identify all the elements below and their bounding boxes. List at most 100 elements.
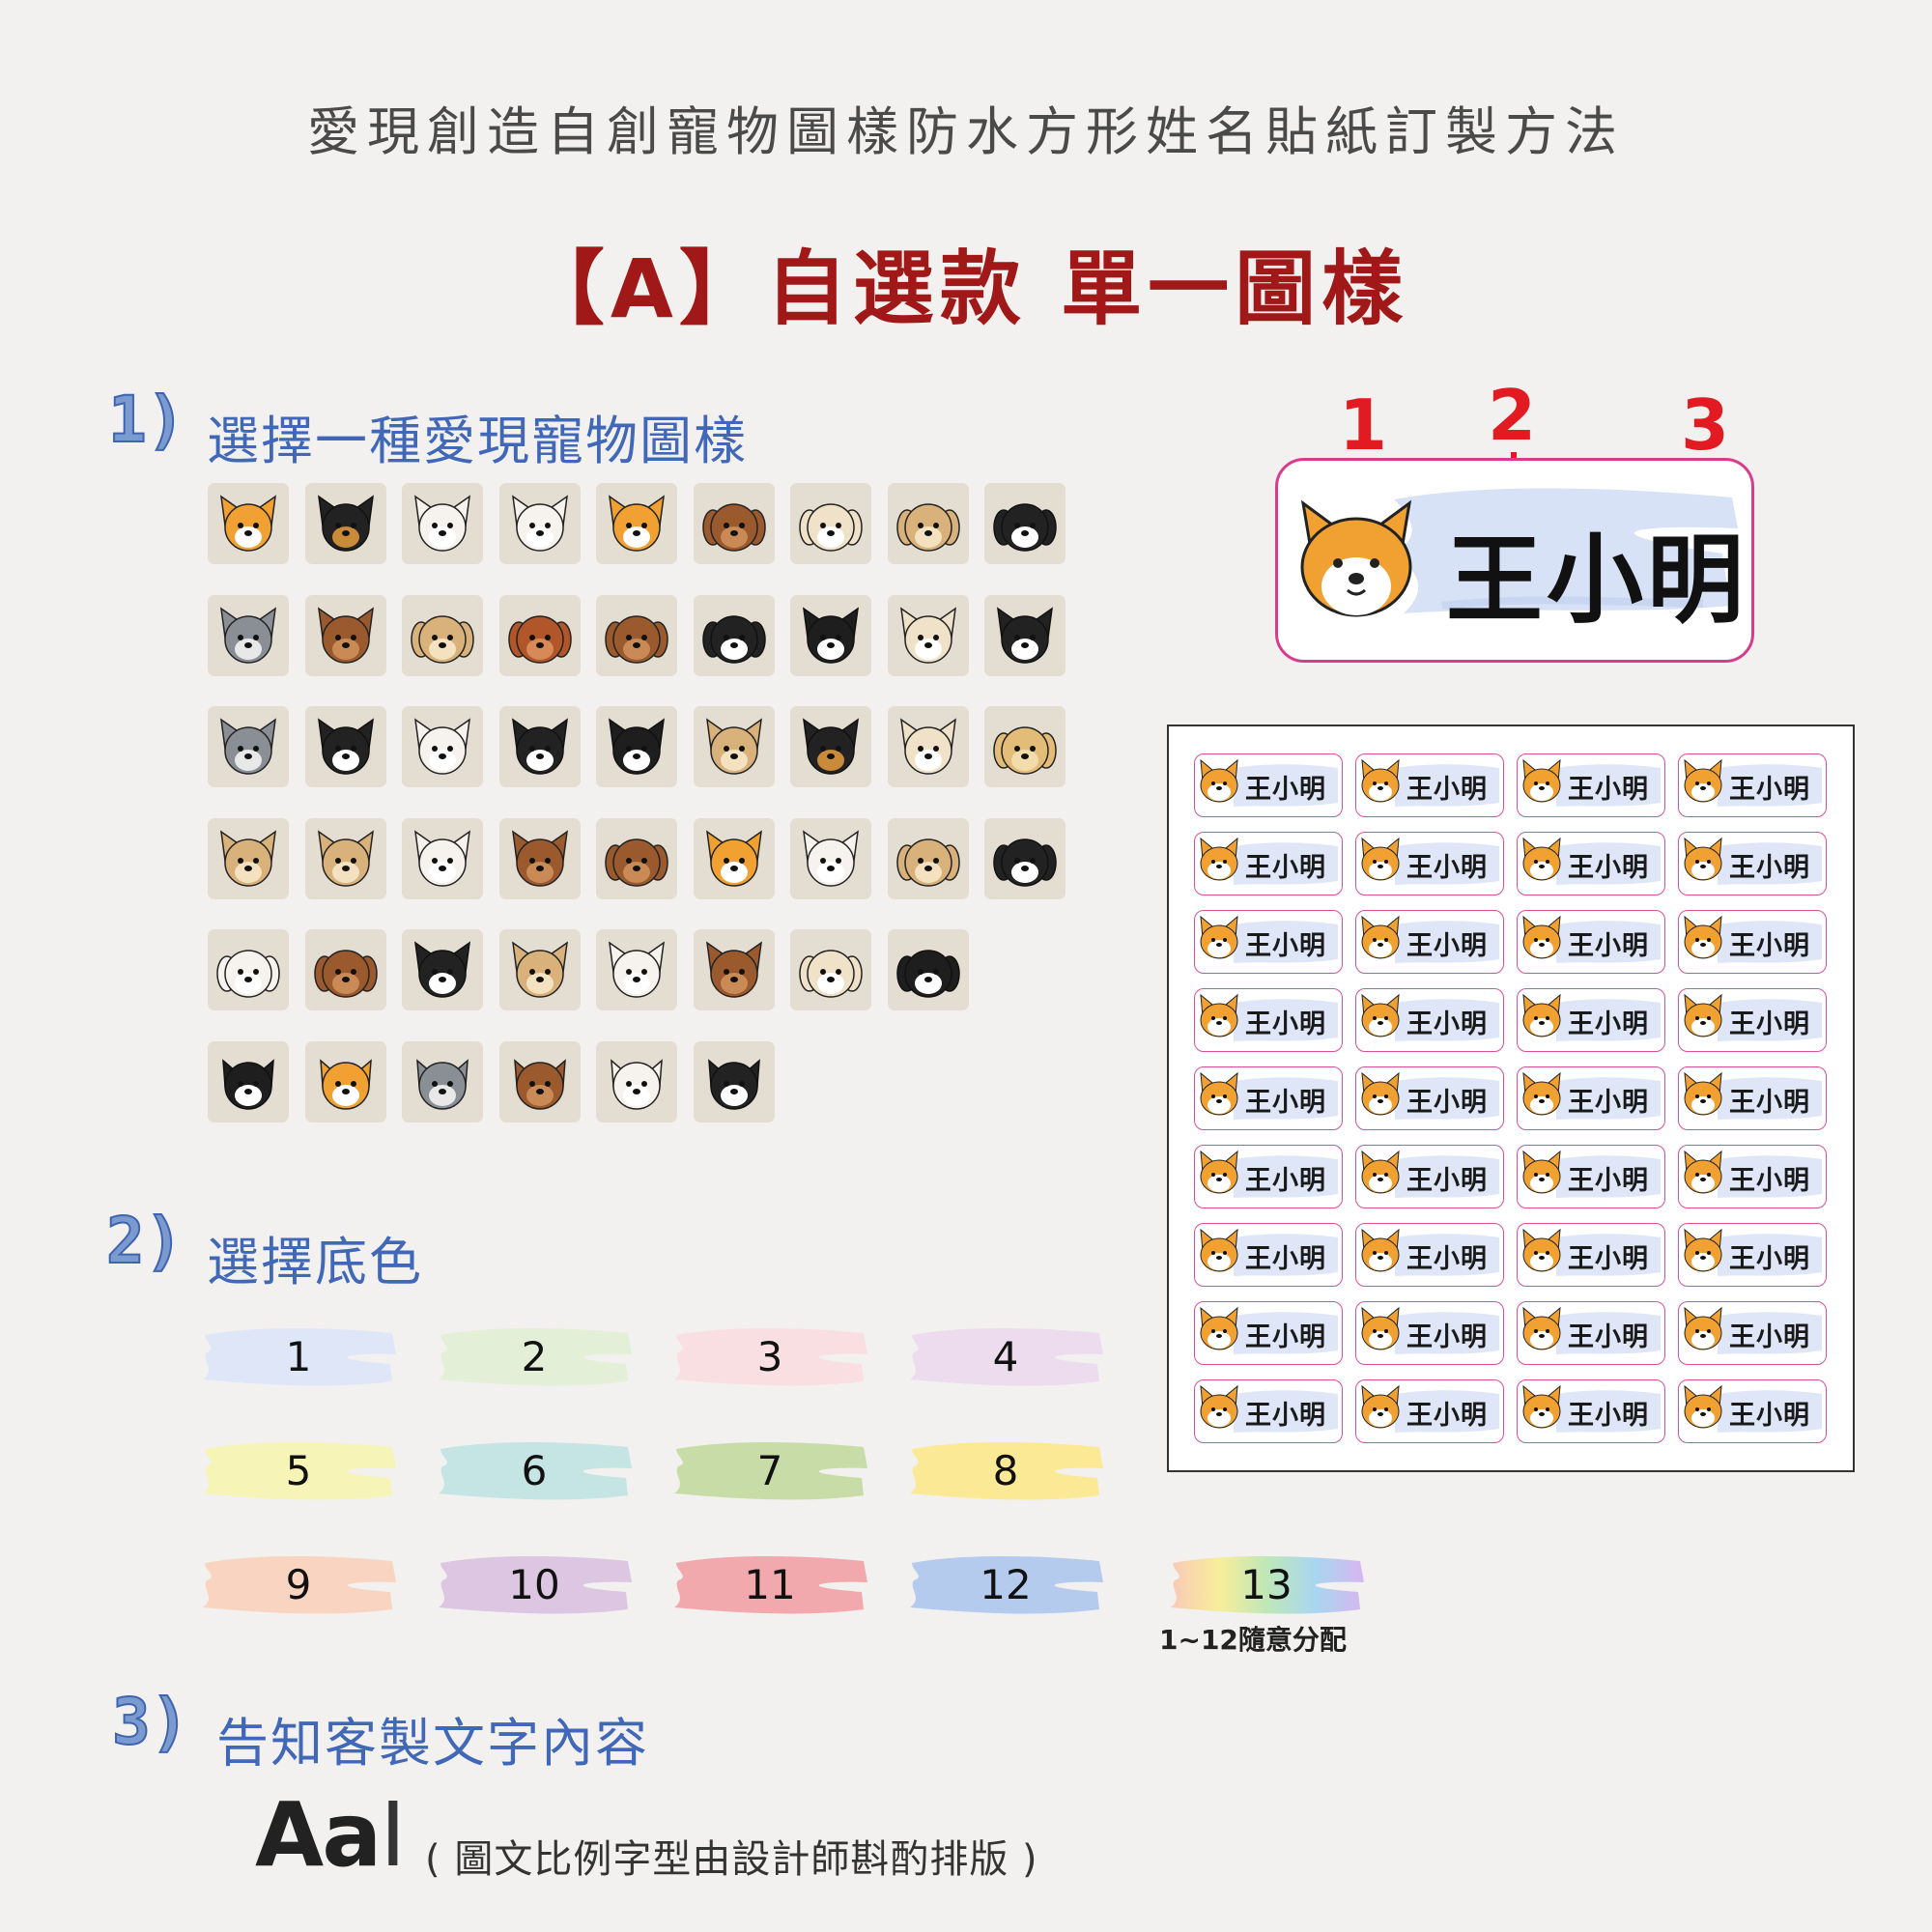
- color-swatch-12[interactable]: 12: [906, 1549, 1105, 1619]
- callout-1: 1: [1339, 384, 1388, 466]
- mini-sticker-name: 王小明: [1568, 775, 1649, 805]
- pet-pattern-option[interactable]: [498, 483, 581, 564]
- pet-pattern-option[interactable]: [596, 1040, 677, 1122]
- silver-tabby-cat-icon: [416, 1058, 469, 1110]
- pet-pattern-option[interactable]: [498, 817, 581, 899]
- pet-pattern-option[interactable]: [208, 1040, 289, 1122]
- pet-pattern-option[interactable]: [887, 706, 969, 787]
- pet-pattern-option[interactable]: [984, 594, 1065, 676]
- black-tan-dog-icon: [317, 495, 374, 552]
- pet-pattern-option[interactable]: [887, 817, 969, 899]
- pet-pattern-option[interactable]: [402, 483, 483, 564]
- black-tan-chihuahua-icon: [803, 718, 859, 775]
- text-cursor-icon: I: [380, 1783, 406, 1887]
- mini-sticker-name: 王小明: [1568, 1088, 1649, 1118]
- mini-sticker-name: 王小明: [1406, 1166, 1488, 1196]
- pet-pattern-option[interactable]: [693, 706, 775, 787]
- pet-pattern-option[interactable]: [208, 483, 289, 564]
- pet-pattern-option[interactable]: [693, 483, 775, 564]
- pet-pattern-option[interactable]: [402, 1040, 483, 1122]
- tan-longhair-chihuahua-icon: [317, 829, 374, 887]
- pet-pattern-option[interactable]: [304, 483, 386, 564]
- pet-pattern-option[interactable]: [304, 594, 386, 676]
- pet-pattern-option[interactable]: [596, 483, 677, 564]
- pet-pattern-option[interactable]: [402, 817, 483, 899]
- color-swatch-1[interactable]: 1: [199, 1321, 398, 1391]
- color-swatch-11[interactable]: 11: [670, 1549, 869, 1619]
- swatch-number: 2: [521, 1333, 548, 1380]
- pet-pattern-option[interactable]: [790, 929, 871, 1010]
- tan-poodle-icon: [895, 503, 960, 552]
- pet-pattern-option[interactable]: [596, 817, 677, 899]
- color-swatch-8[interactable]: 8: [906, 1435, 1105, 1505]
- pet-pattern-option[interactable]: [693, 929, 775, 1010]
- mini-sticker: 王小明: [1194, 910, 1343, 974]
- page-title: 愛現創造自創寵物圖樣防水方形姓名貼紙訂製方法: [307, 101, 1625, 162]
- color-swatch-4[interactable]: 4: [906, 1321, 1105, 1391]
- pet-pattern-option[interactable]: [984, 706, 1065, 787]
- pet-pattern-option[interactable]: [790, 594, 871, 676]
- swatch-number: 10: [508, 1561, 560, 1608]
- pet-pattern-option[interactable]: [208, 706, 289, 787]
- pet-pattern-option[interactable]: [596, 706, 677, 787]
- mini-sticker-name: 王小明: [1568, 853, 1649, 883]
- pet-pattern-option[interactable]: [790, 483, 871, 564]
- pet-pattern-option[interactable]: [304, 817, 386, 899]
- color-swatch-9[interactable]: 9: [199, 1549, 398, 1619]
- pet-pattern-option[interactable]: [402, 929, 483, 1010]
- pet-pattern-option[interactable]: [304, 929, 386, 1010]
- mini-sticker-name: 王小明: [1245, 1244, 1326, 1274]
- black-terrier-icon: [511, 718, 568, 775]
- swatch-number: 6: [521, 1447, 548, 1494]
- mini-sticker-name: 王小明: [1568, 1244, 1649, 1274]
- pet-pattern-option[interactable]: [208, 594, 289, 676]
- pet-pattern-option[interactable]: [208, 817, 289, 899]
- mini-sticker: 王小明: [1678, 1145, 1827, 1208]
- pet-pattern-option[interactable]: [498, 706, 581, 787]
- pet-pattern-option[interactable]: [790, 817, 871, 899]
- mini-sticker-name: 王小明: [1568, 1322, 1649, 1352]
- pet-pattern-option[interactable]: [208, 929, 289, 1010]
- color-swatch-7[interactable]: 7: [670, 1435, 869, 1505]
- pet-pattern-option[interactable]: [304, 706, 386, 787]
- callout-3: 3: [1681, 384, 1730, 466]
- pet-pattern-option[interactable]: [402, 706, 483, 787]
- color-swatch-6[interactable]: 6: [435, 1435, 634, 1505]
- pet-pattern-option[interactable]: [402, 594, 483, 676]
- mini-sticker: 王小明: [1194, 988, 1343, 1052]
- mini-sticker-name: 王小明: [1729, 775, 1810, 805]
- pet-pattern-option[interactable]: [693, 1040, 775, 1122]
- pet-pattern-option[interactable]: [498, 1040, 581, 1122]
- color-swatch-2[interactable]: 2: [435, 1321, 634, 1391]
- mini-sticker-name: 王小明: [1729, 853, 1810, 883]
- pet-pattern-option[interactable]: [887, 929, 969, 1010]
- mini-sticker-name: 王小明: [1406, 931, 1488, 961]
- pet-pattern-option[interactable]: [887, 483, 969, 564]
- pet-pattern-option[interactable]: [693, 817, 775, 899]
- pet-pattern-option[interactable]: [498, 594, 581, 676]
- pet-pattern-option[interactable]: [984, 817, 1065, 899]
- color-swatch-10[interactable]: 10: [435, 1549, 634, 1619]
- bichon-icon: [216, 950, 280, 998]
- mini-sticker: 王小明: [1517, 1066, 1665, 1130]
- pet-pattern-option[interactable]: [596, 929, 677, 1010]
- pet-pattern-option[interactable]: [984, 483, 1065, 564]
- sample-name-text: 王小明: [1446, 524, 1747, 637]
- pet-pattern-option[interactable]: [596, 594, 677, 676]
- mini-sticker: 王小明: [1678, 988, 1827, 1052]
- pet-pattern-option[interactable]: [887, 594, 969, 676]
- step-1-label: 選擇一種愛現寵物圖樣: [207, 411, 748, 471]
- pet-pattern-option[interactable]: [790, 706, 871, 787]
- color-swatch-3[interactable]: 3: [670, 1321, 869, 1391]
- corgi-dog-icon: [609, 495, 665, 552]
- mini-sticker: 王小明: [1678, 910, 1827, 974]
- pet-pattern-option[interactable]: [693, 594, 775, 676]
- mini-sticker-name: 王小明: [1406, 775, 1488, 805]
- sample-sticker: 王小明: [1275, 458, 1754, 663]
- husky-brown-icon: [317, 606, 374, 664]
- tan-spaniel-icon: [411, 614, 474, 664]
- pet-pattern-option[interactable]: [498, 929, 581, 1010]
- color-swatch-5[interactable]: 5: [199, 1435, 398, 1505]
- color-swatch-13[interactable]: 13: [1167, 1549, 1366, 1619]
- pet-pattern-option[interactable]: [304, 1040, 386, 1122]
